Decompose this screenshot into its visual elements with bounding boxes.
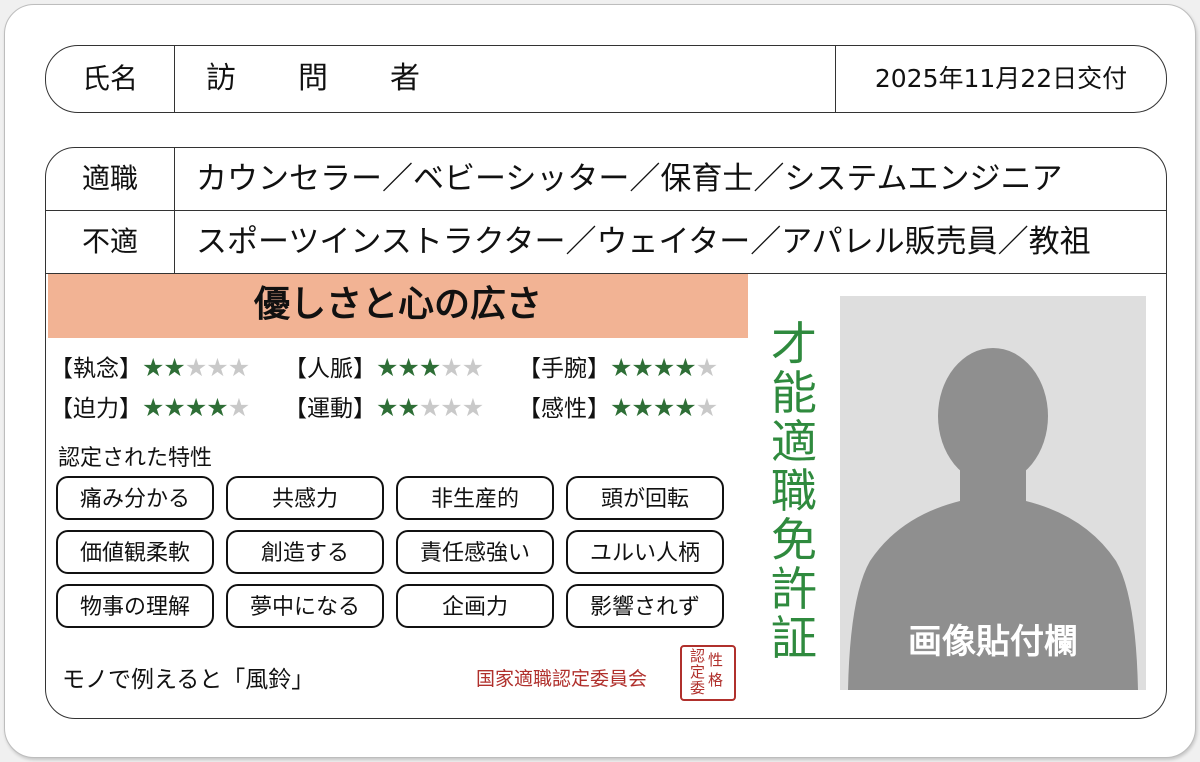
seal-stamp-icon: 性 格 認 定 委 bbox=[680, 645, 736, 701]
rating-item: 【執念】★★★★★ bbox=[50, 348, 284, 389]
suitable-row: 適職 カウンセラー／ベビーシッター／保育士／システムエンジニア bbox=[46, 148, 1166, 211]
star-empty-icon: ★ bbox=[440, 353, 462, 382]
suitable-label: 適職 bbox=[46, 148, 175, 210]
rating-label: 【感性】 bbox=[518, 396, 610, 422]
star-filled-icon: ★ bbox=[397, 393, 419, 422]
vertical-title-char: 職 bbox=[771, 464, 817, 518]
photo-area[interactable]: 画像貼付欄 bbox=[840, 296, 1146, 690]
vertical-title-char: 適 bbox=[771, 415, 817, 469]
traits-grid: 痛み分かる 共感力 非生産的 頭が回転 価値観柔軟 創造する 責任感強い ユルい… bbox=[56, 476, 736, 628]
headline: 優しさと心の広さ bbox=[48, 274, 748, 338]
vertical-title-char: 能 bbox=[771, 366, 817, 420]
star-empty-icon: ★ bbox=[206, 353, 228, 382]
star-empty-icon: ★ bbox=[227, 353, 250, 382]
rating-label: 【運動】 bbox=[284, 396, 376, 422]
name-label: 氏名 bbox=[46, 46, 175, 112]
stars-icon: ★★★★★ bbox=[376, 388, 484, 428]
stars-icon: ★★★★★ bbox=[610, 388, 718, 428]
rating-item: 【手腕】★★★★★ bbox=[518, 348, 752, 389]
trait-badge: 責任感強い bbox=[396, 530, 554, 574]
seal-char: 認 bbox=[690, 647, 706, 665]
rating-label: 【執念】 bbox=[50, 356, 142, 382]
unsuitable-row: 不適 スポーツインストラクター／ウェイター／アパレル販売員／教祖 bbox=[46, 211, 1166, 274]
trait-badge: 創造する bbox=[226, 530, 384, 574]
vertical-title-char: 許 bbox=[771, 562, 817, 616]
trait-badge: 価値観柔軟 bbox=[56, 530, 214, 574]
star-empty-icon: ★ bbox=[461, 393, 484, 422]
vertical-title-char: 才 bbox=[771, 317, 817, 371]
star-empty-icon: ★ bbox=[461, 353, 484, 382]
star-empty-icon: ★ bbox=[184, 353, 207, 382]
authority-name: 国家適職認定委員会 bbox=[476, 668, 648, 690]
unsuitable-value: スポーツインストラクター／ウェイター／アパレル販売員／教祖 bbox=[196, 224, 1091, 260]
star-filled-icon: ★ bbox=[674, 393, 696, 422]
unsuitable-label: 不適 bbox=[46, 211, 175, 273]
rating-item: 【運動】★★★★★ bbox=[284, 388, 518, 429]
star-filled-icon: ★ bbox=[674, 353, 696, 382]
analogy-text: モノで例えると「風鈴」 bbox=[62, 667, 315, 693]
star-filled-icon: ★ bbox=[631, 393, 653, 422]
star-filled-icon: ★ bbox=[142, 393, 164, 422]
stars-icon: ★★★★★ bbox=[610, 348, 718, 388]
star-filled-icon: ★ bbox=[652, 353, 675, 382]
vertical-title-char: 証 bbox=[771, 611, 817, 665]
ratings: 【執念】★★★★★ 【人脈】★★★★★ 【手腕】★★★★★ 【迫力】★★★★★ 【運動… bbox=[50, 348, 770, 428]
trait-badge: 痛み分かる bbox=[56, 476, 214, 520]
rating-label: 【人脈】 bbox=[284, 356, 376, 382]
rating-label: 【迫力】 bbox=[50, 396, 142, 422]
star-filled-icon: ★ bbox=[397, 353, 419, 382]
trait-badge: 企画力 bbox=[396, 584, 554, 628]
seal-char: 性 bbox=[708, 651, 724, 669]
name-value: 訪問者 bbox=[206, 61, 482, 96]
trait-badge: 共感力 bbox=[226, 476, 384, 520]
star-filled-icon: ★ bbox=[142, 353, 164, 382]
stars-icon: ★★★★★ bbox=[376, 348, 484, 388]
trait-badge: 夢中になる bbox=[226, 584, 384, 628]
main-box: 適職 カウンセラー／ベビーシッター／保育士／システムエンジニア 不適 スポーツイ… bbox=[45, 147, 1167, 719]
star-filled-icon: ★ bbox=[652, 393, 675, 422]
rating-label: 【手腕】 bbox=[518, 356, 610, 382]
trait-badge: ユルい人柄 bbox=[566, 530, 724, 574]
suitable-value: カウンセラー／ベビーシッター／保育士／システムエンジニア bbox=[196, 161, 1063, 197]
star-empty-icon: ★ bbox=[227, 393, 250, 422]
star-filled-icon: ★ bbox=[610, 353, 632, 382]
issue-date: 2025年11月22日交付 bbox=[835, 46, 1166, 112]
star-empty-icon: ★ bbox=[695, 393, 718, 422]
star-filled-icon: ★ bbox=[163, 393, 185, 422]
star-filled-icon: ★ bbox=[184, 393, 207, 422]
vertical-title: 才 能 適 職 免 許 証 bbox=[766, 320, 822, 663]
star-filled-icon: ★ bbox=[163, 353, 185, 382]
star-filled-icon: ★ bbox=[418, 353, 441, 382]
trait-badge: 非生産的 bbox=[396, 476, 554, 520]
star-filled-icon: ★ bbox=[631, 353, 653, 382]
trait-badge: 物事の理解 bbox=[56, 584, 214, 628]
rating-item: 【人脈】★★★★★ bbox=[284, 348, 518, 389]
rating-item: 【感性】★★★★★ bbox=[518, 388, 752, 429]
rating-row: 【迫力】★★★★★ 【運動】★★★★★ 【感性】★★★★★ bbox=[50, 388, 770, 428]
stars-icon: ★★★★★ bbox=[142, 348, 250, 388]
star-filled-icon: ★ bbox=[376, 393, 398, 422]
name-box: 氏名 訪問者 2025年11月22日交付 bbox=[45, 45, 1167, 113]
seal-char: 格 bbox=[708, 671, 724, 689]
traits-title: 認定された特性 bbox=[58, 446, 213, 471]
star-empty-icon: ★ bbox=[418, 393, 441, 422]
seal-char: 委 bbox=[690, 679, 706, 697]
rating-row: 【執念】★★★★★ 【人脈】★★★★★ 【手腕】★★★★★ bbox=[50, 348, 770, 388]
trait-badge: 頭が回転 bbox=[566, 476, 724, 520]
star-filled-icon: ★ bbox=[610, 393, 632, 422]
photo-label: 画像貼付欄 bbox=[908, 622, 1078, 662]
stars-icon: ★★★★★ bbox=[142, 388, 250, 428]
star-filled-icon: ★ bbox=[376, 353, 398, 382]
star-empty-icon: ★ bbox=[440, 393, 462, 422]
seal-char: 定 bbox=[690, 663, 706, 681]
star-empty-icon: ★ bbox=[695, 353, 718, 382]
vertical-title-char: 免 bbox=[771, 513, 817, 567]
license-card: 氏名 訪問者 2025年11月22日交付 適職 カウンセラー／ベビーシッター／保… bbox=[4, 4, 1196, 758]
star-filled-icon: ★ bbox=[206, 393, 228, 422]
trait-badge: 影響されず bbox=[566, 584, 724, 628]
rating-item: 【迫力】★★★★★ bbox=[50, 388, 284, 429]
